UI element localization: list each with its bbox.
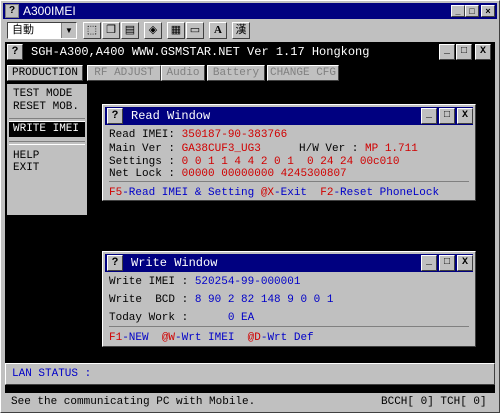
dos-maximize-button[interactable]: □ <box>456 44 472 60</box>
write-window-shortcuts: F1-NEW @W-Wrt IMEI @D-Wrt Def <box>109 332 314 344</box>
help-icon[interactable]: ? <box>107 108 123 124</box>
shortcut-exit-key[interactable]: @X <box>261 187 274 199</box>
write-close-button[interactable]: X <box>457 255 473 271</box>
close-button[interactable]: × <box>481 5 495 17</box>
shortcut-write-default-label[interactable]: -Wrt Def <box>261 332 314 344</box>
write-bcd-value: 8 90 2 82 148 9 0 0 1 <box>194 294 334 306</box>
window-title: A300IMEI <box>23 4 76 18</box>
today-work-label: Today Work : <box>109 312 228 324</box>
main-ver-row: Main Ver : GA38CUF3_UG3 <box>109 143 261 155</box>
read-window-title: Read Window <box>131 109 211 123</box>
write-window-title: Write Window <box>131 256 218 270</box>
app-window: ? A300IMEI _ □ × 自動 ▼ ⬚ ❐ ▤ ◈ ▦ ▭ A 漢 ? … <box>0 0 500 413</box>
copy-icon[interactable]: ❐ <box>102 22 120 39</box>
shortcut-write-imei-key[interactable]: @W <box>162 332 175 344</box>
read-window-title-bar: ? Read Window _ □ X <box>105 107 473 125</box>
maximize-button[interactable]: □ <box>465 5 479 17</box>
read-maximize-button[interactable]: □ <box>439 108 455 124</box>
channel-status: BCCH[ 0] TCH[ 0] <box>381 396 487 408</box>
today-work-row: Today Work : 0 EA <box>109 312 254 324</box>
read-minimize-button[interactable]: _ <box>421 108 437 124</box>
font-button[interactable]: A <box>209 22 227 39</box>
write-bcd-row: Write BCD : 8 90 2 82 148 9 0 0 1 <box>109 294 333 306</box>
write-minimize-button[interactable]: _ <box>421 255 437 271</box>
read-imei-value: 350187-90-383766 <box>181 129 288 141</box>
font-select-value: 自動 <box>12 24 34 36</box>
help-icon[interactable]: ? <box>107 255 123 271</box>
write-imei-label: Write IMEI : <box>109 276 195 288</box>
read-window: ? Read Window _ □ X Read IMEI: 350187-90… <box>102 104 476 201</box>
shortcut-f5-label[interactable]: -Read IMEI & Setting <box>122 187 261 199</box>
shortcut-write-default-key[interactable]: @D <box>248 332 261 344</box>
net-lock-label: Net Lock : <box>109 168 182 180</box>
hw-ver-label: H/W Ver : <box>299 143 366 155</box>
toolbar: 自動 ▼ ⬚ ❐ ▤ ◈ ▦ ▭ A 漢 <box>3 21 497 41</box>
shortcut-write-imei-label[interactable]: -Wrt IMEI <box>175 332 248 344</box>
dos-title-bar: ? SGH-A300,A400 WWW.GSMSTAR.NET Ver 1.17… <box>5 42 495 62</box>
menu-item-exit[interactable]: EXIT <box>13 162 39 174</box>
shortcut-f2-label[interactable]: -Reset PhoneLock <box>333 187 439 199</box>
lan-status-bar: LAN STATUS : <box>5 363 495 385</box>
write-imei-value[interactable]: 520254-99-000001 <box>195 276 301 288</box>
menu-item-reset-mob[interactable]: RESET MOB. <box>13 101 79 113</box>
hw-ver-value: MP 1.711 <box>365 143 418 155</box>
write-window: ? Write Window _ □ X Write IMEI : 520254… <box>102 251 476 347</box>
menu-item-test-mode[interactable]: TEST MODE <box>13 88 72 100</box>
read-close-button[interactable]: X <box>457 108 473 124</box>
menu-bar: PRODUCTION RF ADJUST Audio Battery CHANG… <box>5 64 495 82</box>
write-window-title-bar: ? Write Window _ □ X <box>105 254 473 272</box>
read-window-divider <box>109 181 469 183</box>
shortcut-f1-label[interactable]: -NEW <box>122 332 162 344</box>
read-window-shortcuts: F5-Read IMEI & Setting @X-Exit F2-Reset … <box>109 187 439 199</box>
paste-icon[interactable]: ▤ <box>121 22 139 39</box>
status-bar: See the communicating PC with Mobile. BC… <box>5 394 495 410</box>
menu-rf-adjust[interactable]: RF ADJUST <box>87 65 161 81</box>
shortcut-f2-key[interactable]: F2 <box>320 187 333 199</box>
net-lock-row: Net Lock : 00000 00000000 4245300807 <box>109 168 347 180</box>
today-work-value: 0 EA <box>227 312 255 324</box>
dos-close-button[interactable]: X <box>475 44 491 60</box>
write-imei-row: Write IMEI : 520254-99-000001 <box>109 276 300 288</box>
write-window-divider <box>109 326 469 328</box>
shortcut-exit-label[interactable]: -Exit <box>274 187 320 199</box>
dos-screen: ? SGH-A300,A400 WWW.GSMSTAR.NET Ver 1.17… <box>5 42 495 393</box>
write-bcd-label: Write BCD : <box>109 294 195 306</box>
read-imei-row: Read IMEI: 350187-90-383766 <box>109 129 287 141</box>
write-maximize-button[interactable]: □ <box>439 255 455 271</box>
title-bar[interactable]: ? A300IMEI _ □ × <box>3 3 497 19</box>
help-icon[interactable]: ? <box>7 44 23 60</box>
ime-button[interactable]: 漢 <box>232 22 250 39</box>
menu-audio[interactable]: Audio <box>161 65 205 81</box>
chevron-down-icon[interactable]: ▼ <box>61 23 76 38</box>
properties-icon[interactable]: ▦ <box>167 22 185 39</box>
shortcut-f1-key[interactable]: F1 <box>109 332 122 344</box>
minimize-button[interactable]: _ <box>451 5 465 17</box>
shortcut-f5-key[interactable]: F5 <box>109 187 122 199</box>
net-lock-value: 00000 00000000 4245300807 <box>181 168 347 180</box>
menu-change-cfg[interactable]: CHANGE CFG <box>267 65 339 81</box>
lan-status-label: LAN STATUS : <box>12 368 92 380</box>
menu-production[interactable]: PRODUCTION <box>7 65 83 81</box>
settings-label: Settings : <box>109 156 182 168</box>
menu-item-write-imei[interactable]: WRITE IMEI <box>9 122 85 137</box>
settings-value: 0 0 1 1 4 4 2 0 1 0 24 24 00c010 <box>181 156 400 168</box>
font-select[interactable]: 自動 ▼ <box>7 22 77 39</box>
menu-divider <box>9 141 85 145</box>
menu-battery[interactable]: Battery <box>207 65 265 81</box>
read-imei-label: Read IMEI: <box>109 129 182 141</box>
program-heading: SGH-A300,A400 WWW.GSMSTAR.NET Ver 1.17 H… <box>31 45 370 59</box>
mark-icon[interactable]: ⬚ <box>83 22 101 39</box>
menu-item-help[interactable]: HELP <box>13 150 39 162</box>
background-icon[interactable]: ▭ <box>186 22 204 39</box>
status-message: See the communicating PC with Mobile. <box>11 396 256 408</box>
dos-minimize-button[interactable]: _ <box>439 44 455 60</box>
main-ver-value: GA38CUF3_UG3 <box>181 143 261 155</box>
settings-row: Settings : 0 0 1 1 4 4 2 0 1 0 24 24 00c… <box>109 156 399 168</box>
main-ver-label: Main Ver : <box>109 143 182 155</box>
app-icon[interactable]: ? <box>5 4 19 18</box>
fullscreen-icon[interactable]: ◈ <box>144 22 162 39</box>
production-menu-panel: TEST MODE RESET MOB. WRITE IMEI HELP EXI… <box>7 84 87 215</box>
hw-ver-row: H/W Ver : MP 1.711 <box>299 143 418 155</box>
